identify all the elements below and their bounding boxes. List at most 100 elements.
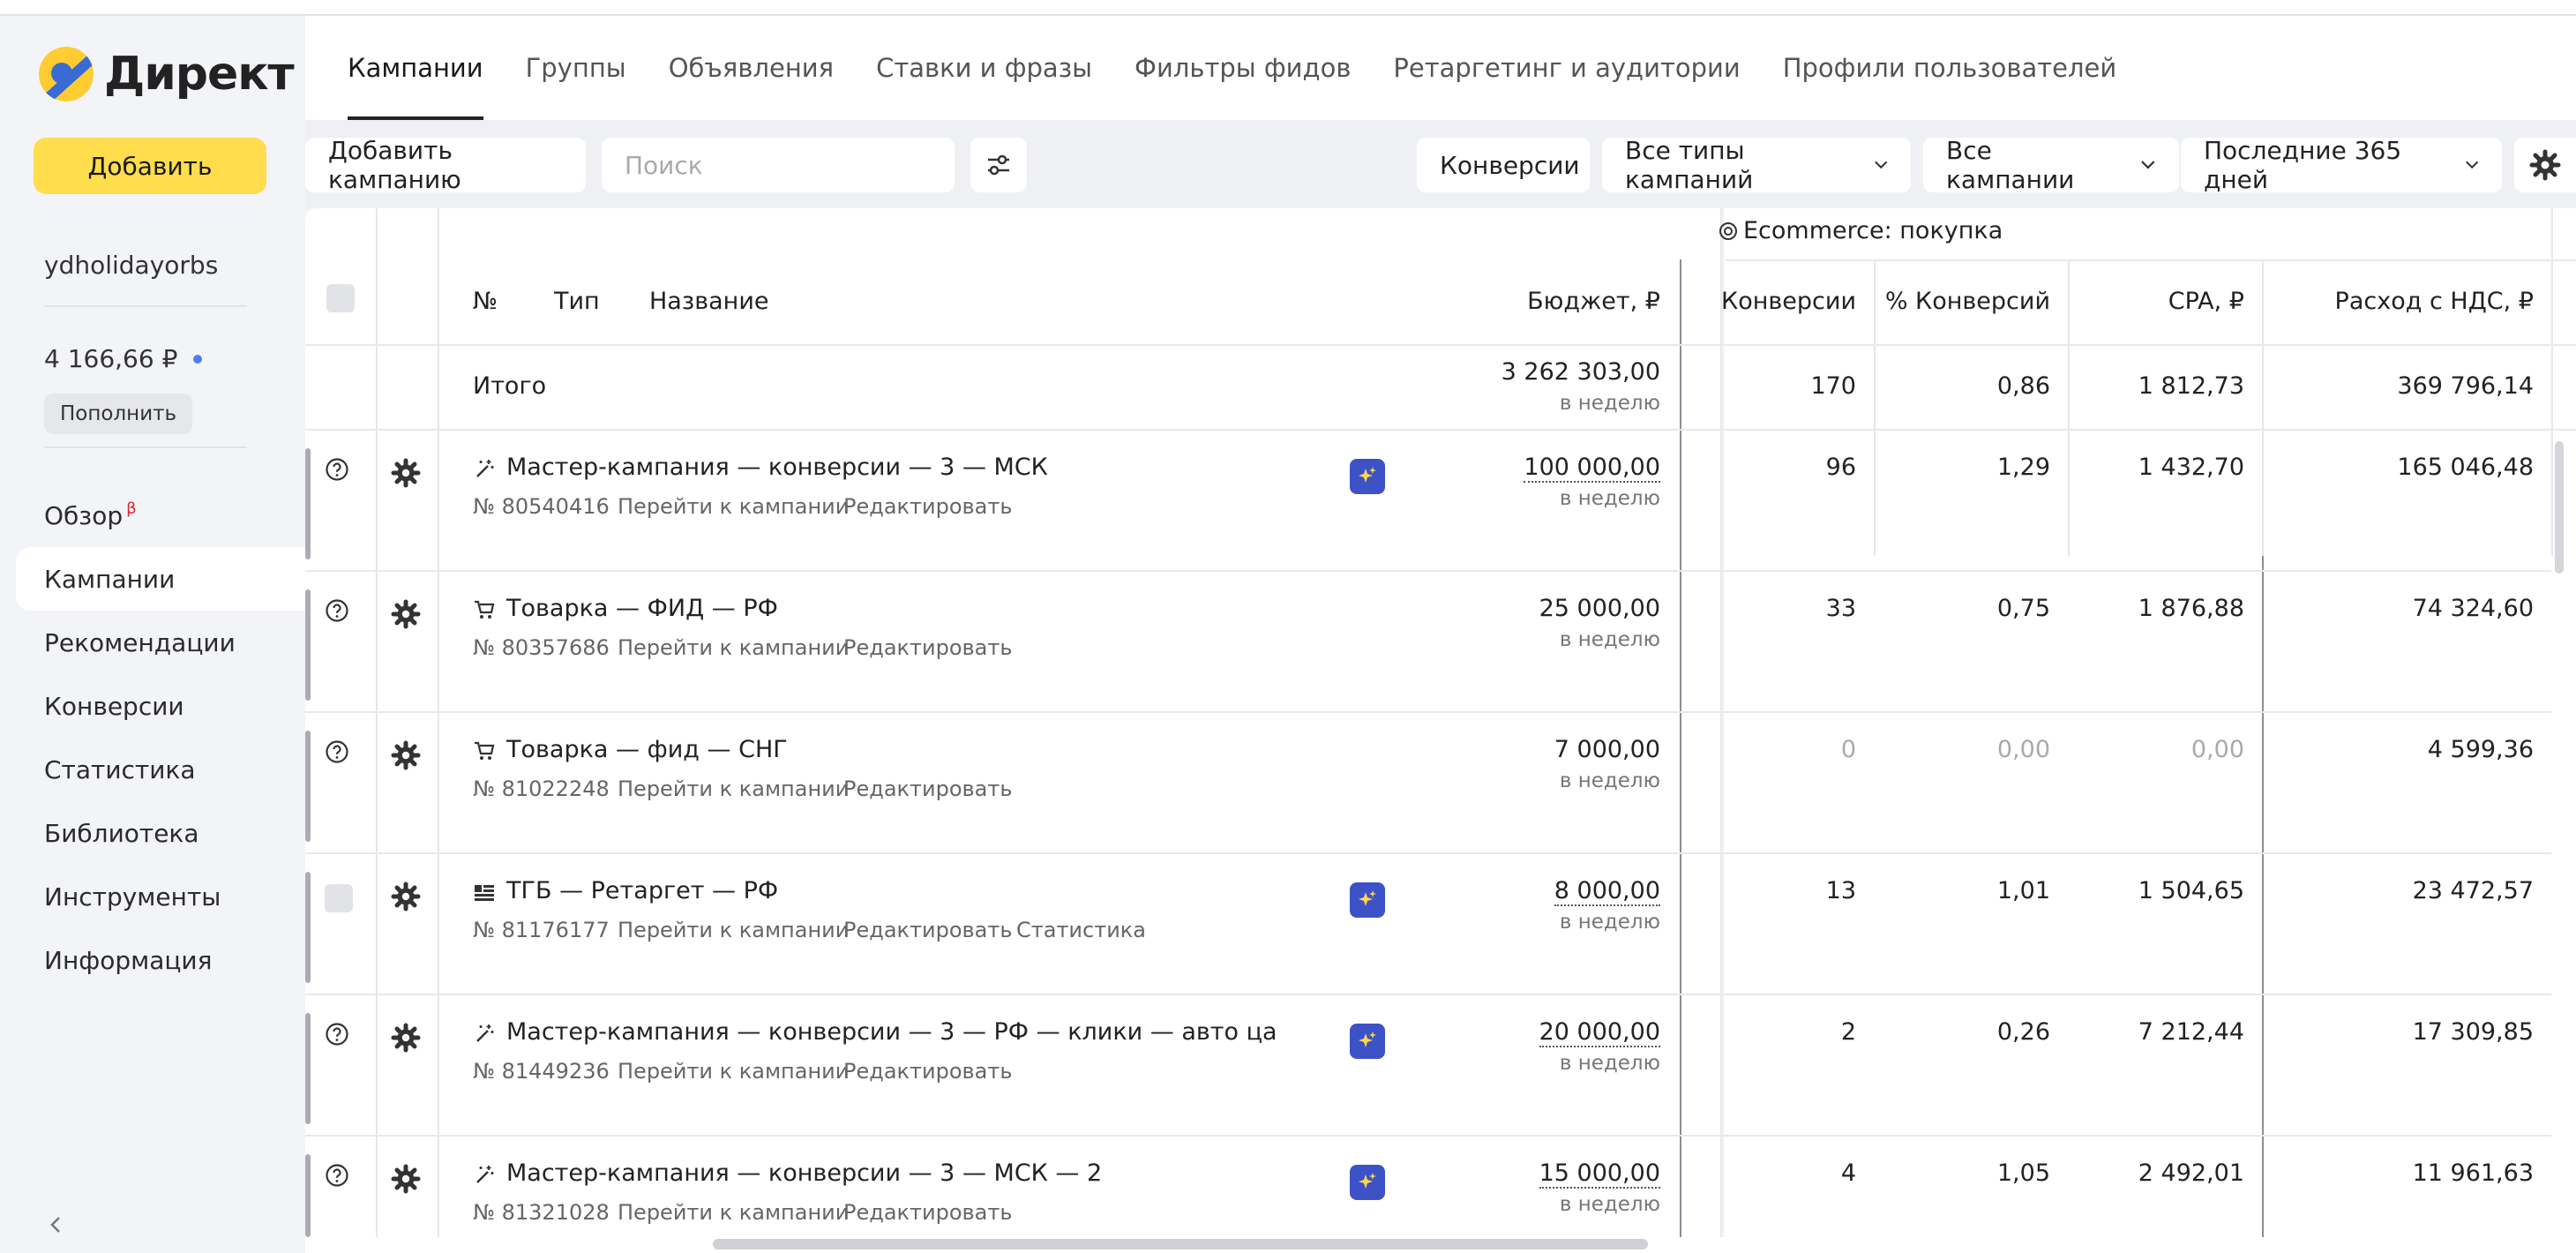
column-header-spend[interactable]: Расход с НДС, ₽: [2264, 288, 2534, 315]
sidebar-item-library[interactable]: Библиотека: [16, 801, 307, 865]
ai-sparkle-badge[interactable]: [1350, 1165, 1385, 1200]
tab-ads[interactable]: Объявления: [669, 16, 834, 120]
campaign-budget[interactable]: 7 000,00: [1452, 736, 1660, 763]
period-select[interactable]: Последние 365 дней: [2181, 136, 2502, 194]
ai-sparkle-badge[interactable]: [1350, 459, 1385, 494]
search-input[interactable]: Поиск: [602, 138, 955, 192]
all-campaigns-select[interactable]: Все кампании: [1923, 136, 2179, 194]
row-divider: [305, 1135, 2551, 1137]
campaign-cpa: 7 212,44: [2138, 1018, 2244, 1046]
edit-campaign-link[interactable]: Редактировать: [843, 777, 1013, 801]
gear-icon[interactable]: [390, 1163, 422, 1195]
sidebar-item-conversions[interactable]: Конверсии: [16, 674, 307, 738]
campaign-name[interactable]: Мастер-кампания — конверсии — 3 — МСК: [473, 454, 1048, 481]
help-icon[interactable]: [325, 598, 349, 623]
campaign-budget-period: в неделю: [1559, 769, 1660, 792]
sidebar-item-tools[interactable]: Инструменты: [16, 865, 307, 928]
gear-icon[interactable]: [390, 881, 422, 912]
topup-button[interactable]: Пополнить: [44, 394, 193, 434]
campaign-types-value: Все типы кампаний: [1625, 136, 1754, 194]
sidebar-item-label: Обзор: [44, 500, 124, 530]
ai-sparkle-badge[interactable]: [1350, 1024, 1385, 1059]
sidebar-item-campaigns[interactable]: Кампании: [16, 547, 307, 611]
campaign-budget[interactable]: 15 000,00: [1452, 1159, 1660, 1189]
add-campaign-button[interactable]: Добавить кампанию: [305, 136, 586, 194]
ai-sparkle-badge[interactable]: [1350, 882, 1385, 918]
campaign-budget[interactable]: 100 000,00: [1452, 454, 1660, 483]
sparkle-icon: [1359, 1032, 1376, 1047]
gear-icon[interactable]: [390, 457, 422, 489]
goto-campaign-link[interactable]: Перейти к кампании: [618, 635, 849, 660]
column-header-cpa[interactable]: CPA, ₽: [2070, 288, 2244, 315]
sidebar-item-label: Статистика: [44, 754, 196, 784]
gear-icon[interactable]: [390, 739, 422, 771]
campaign-budget[interactable]: 25 000,00: [1452, 595, 1660, 622]
goto-campaign-link[interactable]: Перейти к кампании: [618, 1200, 849, 1225]
edit-campaign-link[interactable]: Редактировать: [843, 494, 1013, 519]
campaign-spend: 11 961,63: [2412, 1159, 2534, 1187]
goal-header[interactable]: Ecommerce: покупка: [1719, 217, 2003, 244]
campaign-stats-link[interactable]: Статистика: [1016, 918, 1146, 942]
filter-sliders-icon: [988, 154, 1009, 176]
horizontal-scrollbar[interactable]: [713, 1239, 1648, 1249]
column-header-num[interactable]: №: [473, 288, 498, 315]
tab-user-profiles[interactable]: Профили пользователей: [1783, 16, 2117, 120]
goto-campaign-link[interactable]: Перейти к кампании: [618, 1059, 849, 1084]
campaign-spend: 165 046,48: [2397, 454, 2534, 481]
logo[interactable]: Директ: [39, 46, 295, 102]
campaign-budget[interactable]: 8 000,00: [1452, 877, 1660, 906]
help-icon[interactable]: [325, 1022, 349, 1047]
add-button[interactable]: Добавить: [34, 138, 266, 194]
campaign-name[interactable]: ТГБ — Ретаргет — РФ: [473, 877, 778, 904]
campaign-cpa: 0,00: [2190, 736, 2244, 763]
help-icon[interactable]: [325, 1163, 349, 1188]
goto-campaign-link[interactable]: Перейти к кампании: [618, 494, 849, 519]
column-header-budget[interactable]: Бюджет, ₽: [1452, 288, 1660, 315]
row-checkbox[interactable]: [325, 884, 353, 912]
tab-groups[interactable]: Группы: [526, 16, 626, 120]
campaign-id: № 81321028: [473, 1200, 610, 1225]
edit-campaign-link[interactable]: Редактировать: [843, 1200, 1013, 1225]
edit-campaign-link[interactable]: Редактировать: [843, 1059, 1013, 1084]
column-header-type[interactable]: Тип: [554, 288, 600, 315]
collapse-sidebar-icon[interactable]: [46, 1214, 67, 1235]
vertical-scrollbar[interactable]: [2555, 441, 2564, 574]
filter-settings-button[interactable]: [970, 138, 1027, 192]
total-spend: 369 796,14: [2397, 372, 2534, 400]
column-header-conversions[interactable]: Конверсии: [1681, 288, 1856, 315]
campaign-name[interactable]: Мастер-кампания — конверсии — 3 — РФ — к…: [473, 1018, 1277, 1046]
sidebar-item-recommendations[interactable]: Рекомендации: [16, 611, 307, 674]
gear-icon[interactable]: [390, 1022, 422, 1054]
sidebar-item-info[interactable]: Информация: [16, 928, 307, 992]
edit-campaign-link[interactable]: Редактировать: [843, 918, 1013, 942]
goal-header-label: Ecommerce: покупка: [1743, 217, 2003, 244]
table-settings-button[interactable]: [2514, 138, 2576, 192]
select-all-checkbox[interactable]: [326, 284, 355, 312]
column-header-conv-rate[interactable]: % Конверсий: [1876, 288, 2050, 315]
total-budget: 3 262 303,00: [1501, 358, 1660, 386]
campaign-name[interactable]: Товарка — ФИД — РФ: [473, 595, 778, 622]
help-icon[interactable]: [325, 739, 349, 764]
conversions-button[interactable]: Конверсии: [1417, 138, 1590, 192]
campaign-name[interactable]: Товарка — фид — СНГ: [473, 736, 788, 763]
tab-campaigns[interactable]: Кампании: [348, 16, 483, 120]
campaign-conversions: 96: [1825, 454, 1856, 481]
goto-campaign-link[interactable]: Перейти к кампании: [618, 777, 849, 801]
campaign-budget[interactable]: 20 000,00: [1452, 1018, 1660, 1047]
campaign-conv-rate: 0,75: [1996, 595, 2050, 622]
campaign-types-select[interactable]: Все типы кампаний: [1602, 136, 1911, 194]
sidebar-item-statistics[interactable]: Статистика: [16, 738, 307, 801]
tab-feed-filters[interactable]: Фильтры фидов: [1134, 16, 1351, 120]
help-icon[interactable]: [325, 457, 349, 482]
gear-icon[interactable]: [390, 598, 422, 630]
campaign-name[interactable]: Мастер-кампания — конверсии — 3 — МСК — …: [473, 1159, 1102, 1187]
edit-campaign-link[interactable]: Редактировать: [843, 635, 1013, 660]
balance-value: 4 166,66 ₽: [44, 344, 178, 373]
goto-campaign-link[interactable]: Перейти к кампании: [618, 918, 849, 942]
sidebar-item-overview[interactable]: Обзор β: [16, 484, 307, 547]
column-header-name[interactable]: Название: [649, 288, 768, 315]
account-username[interactable]: ydholidayorbs: [44, 251, 218, 280]
tab-retargeting[interactable]: Ретаргетинг и аудитории: [1393, 16, 1740, 120]
tab-bids-phrases[interactable]: Ставки и фразы: [876, 16, 1092, 120]
column-divider: [438, 208, 439, 1237]
